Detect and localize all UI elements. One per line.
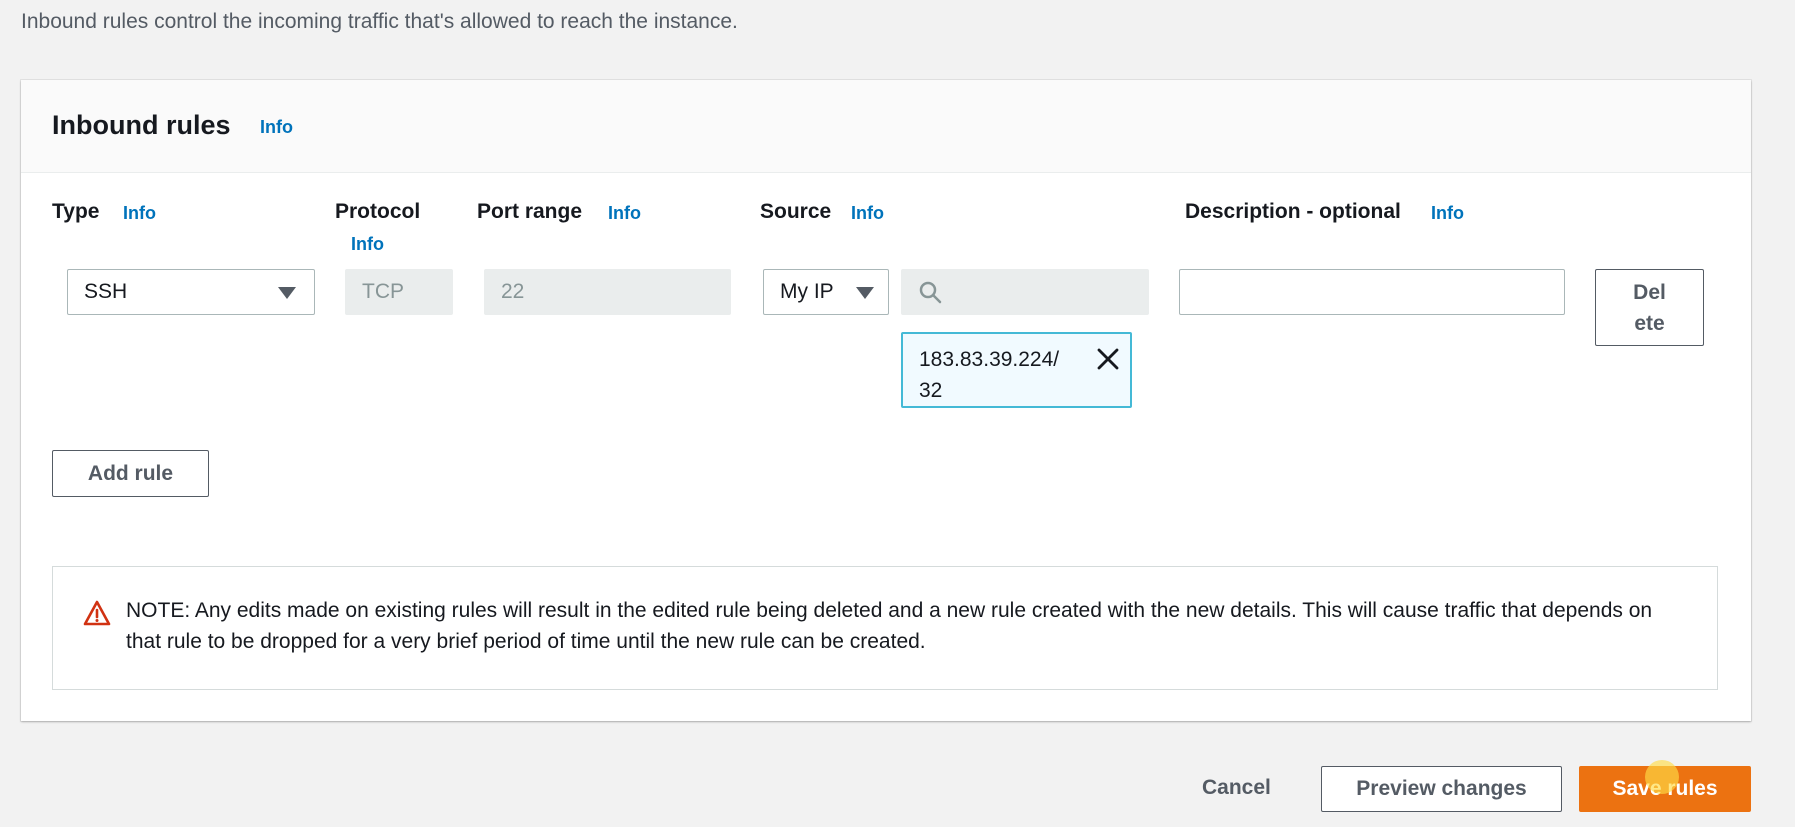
protocol-info-link[interactable]: Info xyxy=(351,234,384,255)
source-ip-token-line2: 32 xyxy=(919,379,943,402)
port-range-field: 22 xyxy=(484,269,731,315)
type-select[interactable]: SSH xyxy=(67,269,315,315)
protocol-field: TCP xyxy=(345,269,453,315)
description-info-link[interactable]: Info xyxy=(1431,203,1464,224)
panel-header: Inbound rules Info xyxy=(21,80,1751,173)
warning-note-text: NOTE: Any edits made on existing rules w… xyxy=(126,599,1653,653)
warning-note: NOTE: Any edits made on existing rules w… xyxy=(52,566,1718,690)
source-search-input[interactable] xyxy=(901,269,1149,315)
source-type-select[interactable]: My IP xyxy=(763,269,889,315)
source-ip-token-line1: 183.83.39.224/ xyxy=(919,348,1060,371)
add-rule-button[interactable]: Add rule xyxy=(52,450,209,497)
search-icon xyxy=(919,281,942,304)
port-range-value: 22 xyxy=(501,280,525,303)
protocol-column-label: Protocol xyxy=(335,200,421,223)
type-info-link[interactable]: Info xyxy=(123,203,156,224)
caret-down-icon xyxy=(856,287,874,299)
source-info-link[interactable]: Info xyxy=(851,203,884,224)
delete-label-line2: ete xyxy=(1634,311,1665,335)
cursor-highlight xyxy=(1645,760,1679,794)
delete-rule-button[interactable]: Del ete xyxy=(1595,269,1704,346)
section-description: Inbound rules control the incoming traff… xyxy=(21,10,738,33)
caret-down-icon xyxy=(278,287,296,299)
source-ip-token: 183.83.39.224/ 32 xyxy=(901,332,1132,408)
cancel-button[interactable]: Cancel xyxy=(1202,776,1271,800)
type-select-value: SSH xyxy=(84,280,128,303)
description-input[interactable] xyxy=(1179,269,1565,315)
warning-icon xyxy=(83,600,111,626)
port-range-column-label: Port range xyxy=(477,200,583,223)
source-ip-token-label: 183.83.39.224/ 32 xyxy=(919,344,1089,406)
inbound-rules-panel: Inbound rules Info Type Info Protocol In… xyxy=(21,80,1751,721)
preview-changes-button[interactable]: Preview changes xyxy=(1321,766,1562,812)
panel-title: Inbound rules xyxy=(52,110,231,140)
protocol-value: TCP xyxy=(362,280,404,303)
panel-info-link[interactable]: Info xyxy=(260,117,293,138)
close-icon[interactable] xyxy=(1095,346,1121,372)
description-column-label: Description - optional xyxy=(1185,200,1401,223)
type-column-label: Type xyxy=(52,200,100,223)
delete-label-line1: Del xyxy=(1633,280,1666,304)
source-type-value: My IP xyxy=(780,280,834,303)
source-column-label: Source xyxy=(760,200,832,223)
port-range-info-link[interactable]: Info xyxy=(608,203,641,224)
